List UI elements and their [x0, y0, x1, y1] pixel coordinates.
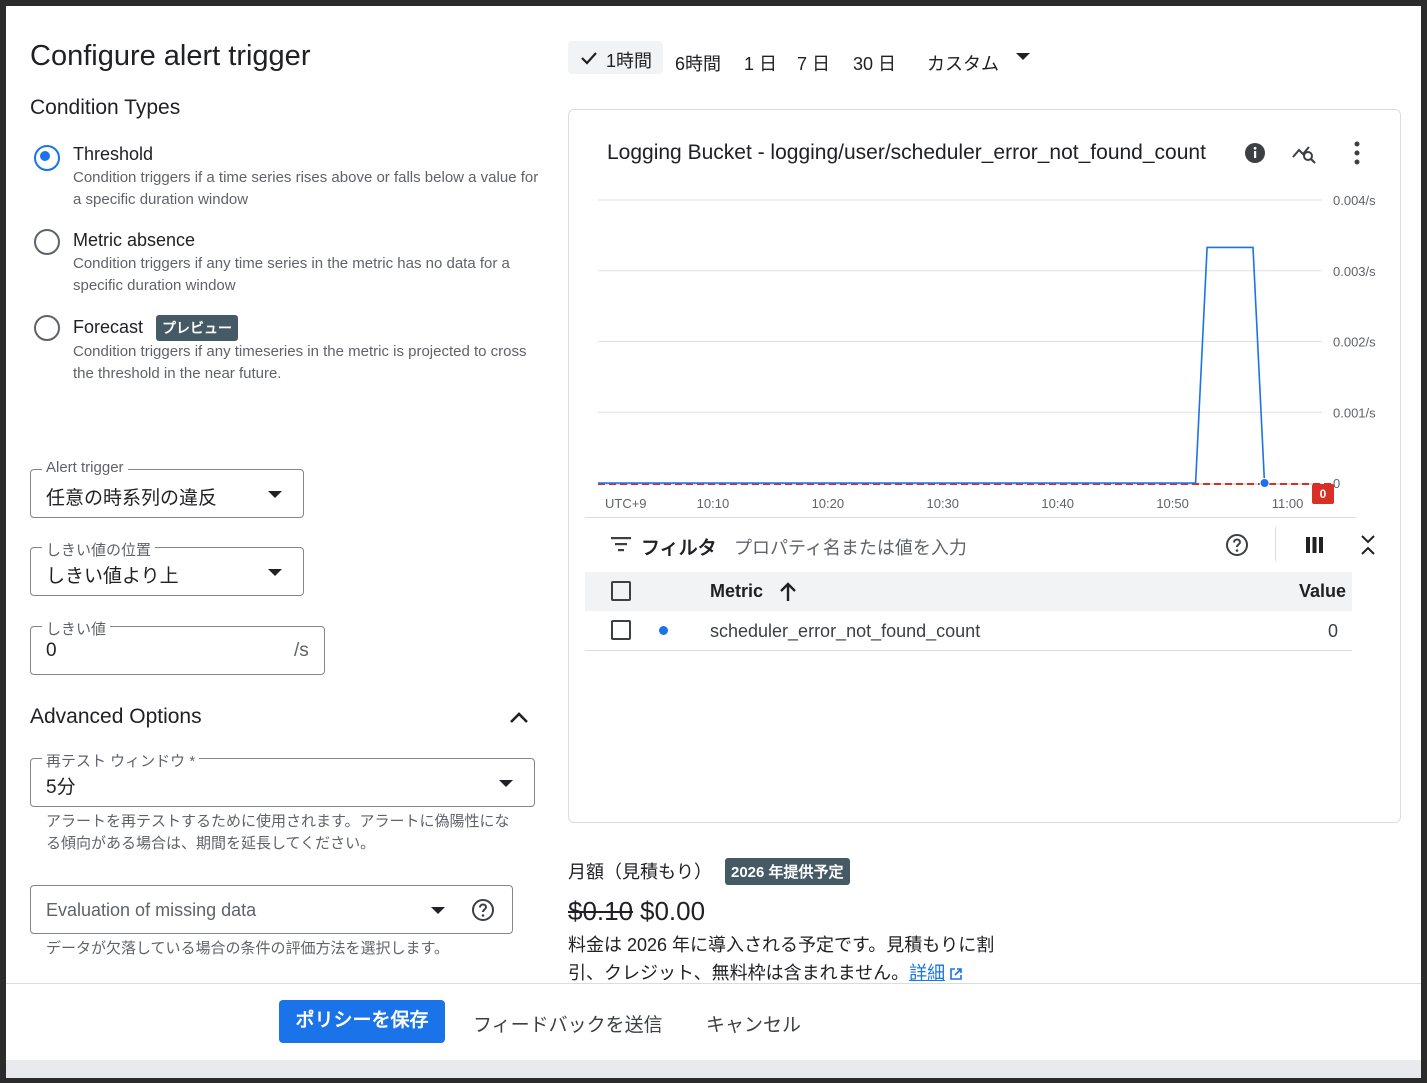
radio-button[interactable]	[34, 315, 60, 341]
threshold-position-value: しきい値より上	[46, 566, 179, 587]
series-last-point	[1259, 478, 1270, 488]
taskbar-strip	[6, 1060, 1421, 1078]
header-metric[interactable]: Metric	[710, 581, 763, 602]
x-tick-label: 10:10	[697, 496, 730, 511]
pricing-note: 料金は 2026 年に導入される予定です。見積もりに割引、クレジット、無料枠は含…	[568, 931, 1028, 987]
chart-title: Logging Bucket - logging/user/scheduler_…	[607, 141, 1206, 164]
pricing-badge: 2026 年提供予定	[725, 858, 850, 885]
threshold-label: Threshold	[73, 144, 154, 164]
radio-metric-absence[interactable]	[34, 229, 60, 255]
filter-input[interactable]: プロパティ名または値を入力	[734, 534, 967, 560]
forecast-label: Forecast	[73, 317, 144, 337]
external-link-icon	[950, 968, 962, 980]
threshold-badge: 0	[1312, 484, 1334, 504]
threshold-position-select[interactable]: しきい値の位置 しきい値より上	[30, 539, 304, 596]
radio-forecast[interactable]	[34, 315, 60, 341]
x-tick-label: 10:40	[1041, 496, 1074, 511]
footer-divider	[6, 983, 1421, 984]
table-header: Metric Value	[585, 572, 1352, 611]
time-range-label: 1時間	[606, 51, 653, 71]
alert-trigger-select[interactable]: Alert trigger 任意の時系列の違反	[30, 459, 304, 518]
time-range-custom[interactable]: カスタム	[927, 50, 999, 76]
explore-chart-icon[interactable]	[1291, 142, 1317, 164]
cancel-button[interactable]: キャンセル	[706, 1010, 801, 1037]
select-all-checkbox[interactable]	[611, 581, 631, 601]
details-link[interactable]: 詳細	[909, 963, 945, 983]
old-price: $0.10	[568, 896, 634, 926]
chevron-down-icon	[431, 907, 445, 914]
alert-trigger-value: 任意の時系列の違反	[46, 488, 218, 509]
advanced-options-title: Advanced Options	[30, 705, 202, 728]
time-range-7d[interactable]: 7 日	[797, 50, 830, 76]
new-price: $0.00	[640, 896, 706, 926]
divider	[1275, 527, 1276, 561]
metric-absence-description: Condition triggers if any time series in…	[73, 255, 510, 294]
threshold-value-label: しきい値	[42, 618, 111, 639]
filter-label: フィルタ	[641, 538, 717, 559]
time-range-6h[interactable]: 6時間	[675, 50, 721, 76]
metric-absence-label: Metric absence	[73, 230, 196, 250]
y-tick-label: 0.003/s	[1333, 264, 1376, 279]
time-range-1h[interactable]: 1時間	[568, 41, 663, 74]
x-tick-label: 10:30	[926, 496, 959, 511]
threshold-position-label: しきい値の位置	[42, 539, 156, 560]
forecast-description: Condition triggers if any timeseries in …	[73, 343, 527, 382]
row-metric: scheduler_error_not_found_count	[710, 621, 981, 641]
chevron-down-icon	[268, 491, 282, 498]
send-feedback-button[interactable]: フィードバックを送信	[473, 1010, 663, 1037]
radio-button-selected[interactable]	[34, 145, 60, 171]
threshold-value[interactable]: 0	[46, 640, 57, 662]
chevron-down-icon[interactable]	[1016, 53, 1030, 60]
y-tick-label: 0.004/s	[1333, 193, 1376, 208]
row-checkbox[interactable]	[611, 620, 631, 640]
collapse-icon[interactable]	[1360, 533, 1376, 557]
time-range-1d[interactable]: 1 日	[744, 50, 777, 76]
missing-data-placeholder: Evaluation of missing data	[46, 900, 257, 920]
chevron-down-icon	[268, 569, 282, 576]
radio-button[interactable]	[34, 229, 60, 255]
threshold-description: Condition triggers if a time series rise…	[73, 169, 539, 208]
row-value: 0	[1327, 621, 1338, 641]
header-value: Value	[1298, 581, 1346, 601]
y-tick-label: 0.002/s	[1333, 335, 1376, 350]
missing-data-select[interactable]: Evaluation of missing data	[30, 885, 513, 934]
y-tick-label: 0.001/s	[1333, 405, 1376, 420]
missing-data-helper: データが欠落している場合の条件の評価方法を選択します。	[46, 940, 450, 957]
retest-window-select[interactable]: 再テスト ウィンドウ * 5分	[30, 750, 535, 807]
chevron-up-icon[interactable]	[508, 708, 530, 726]
time-range-30d[interactable]: 30 日	[853, 50, 896, 76]
retest-window-value: 5分	[46, 777, 76, 798]
alert-trigger-page: Configure alert trigger Condition Types …	[6, 6, 1421, 1078]
help-icon[interactable]	[471, 898, 495, 922]
pricing-title: 月額（見積もり）	[568, 862, 712, 882]
x-axis-timezone-label: UTC+9	[605, 496, 647, 511]
info-icon[interactable]	[1244, 142, 1266, 164]
x-tick-label: 11:00	[1272, 496, 1304, 511]
radio-threshold[interactable]	[34, 145, 60, 171]
line-chart: 0 0.001/s 0.002/s 0.003/s 0.004/s UTC+9 10:10 1…	[598, 193, 1376, 511]
arrow-up-icon[interactable]	[779, 582, 797, 602]
threshold-unit: /s	[294, 640, 309, 661]
divider	[585, 517, 1356, 518]
table-row: scheduler_error_not_found_count 0	[585, 611, 1352, 651]
series-line	[598, 246, 1266, 484]
check-icon	[581, 52, 597, 65]
chevron-down-icon	[499, 780, 513, 787]
threshold-value-input[interactable]: しきい値 0 /s	[30, 618, 325, 675]
more-vert-icon[interactable]	[1347, 140, 1367, 166]
alert-trigger-label: Alert trigger	[42, 459, 128, 476]
retest-window-helper: アラートを再テストするために使用されます。アラートに偽陽性になる傾向がある場合は…	[46, 813, 510, 852]
page-title: Configure alert trigger	[30, 40, 311, 72]
x-tick-label: 10:20	[812, 496, 845, 511]
x-tick-label: 10:50	[1156, 496, 1189, 511]
column-picker-icon[interactable]	[1306, 537, 1323, 553]
help-icon[interactable]	[1225, 533, 1249, 557]
filter-icon[interactable]	[611, 536, 631, 552]
condition-types-title: Condition Types	[30, 96, 181, 119]
series-color-dot	[659, 626, 668, 635]
save-policy-button[interactable]: ポリシーを保存	[279, 1000, 445, 1043]
y-tick-label: 0	[1333, 476, 1340, 491]
preview-badge: プレビュー	[156, 315, 238, 341]
retest-window-label: 再テスト ウィンドウ *	[42, 750, 200, 771]
